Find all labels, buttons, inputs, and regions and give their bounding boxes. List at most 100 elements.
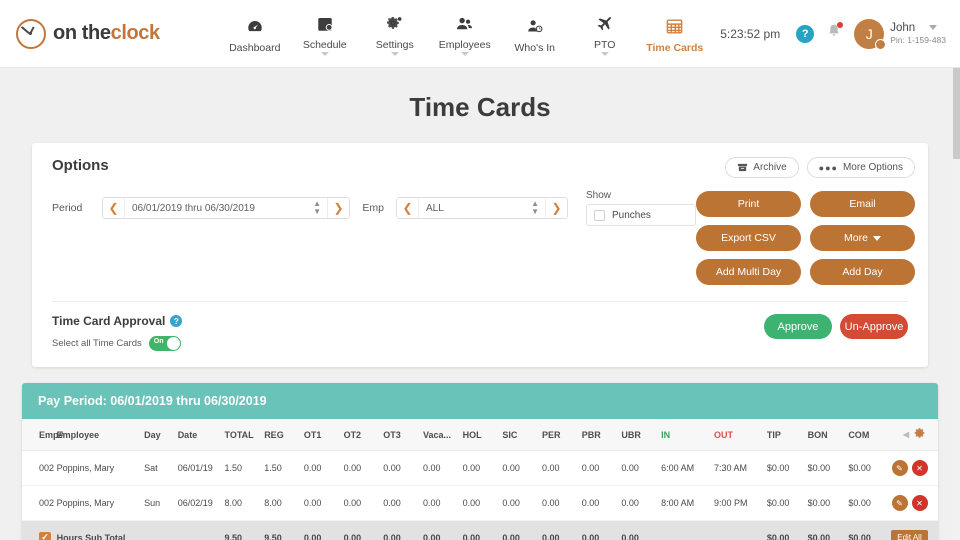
th-vaca[interactable]: Vaca... — [422, 419, 463, 451]
cell-ot2: 0.00 — [343, 450, 384, 486]
th-pbr[interactable]: PBR — [581, 419, 622, 451]
th-ot1[interactable]: OT1 — [303, 419, 344, 451]
subtotal-vaca: 0.00 — [422, 520, 463, 540]
page-scrollbar[interactable] — [953, 0, 960, 540]
th-ubr[interactable]: UBR — [621, 419, 662, 451]
table-row[interactable]: 002 Poppins, Mary Sat 06/01/19 1.50 1.50… — [22, 450, 938, 486]
add-day-button[interactable]: Add Day — [810, 259, 915, 285]
cell-hol: 0.00 — [462, 485, 503, 521]
add-multi-day-button[interactable]: Add Multi Day — [696, 259, 801, 285]
th-day[interactable]: Day — [144, 419, 178, 451]
delete-row-button[interactable]: ✕ — [911, 460, 928, 476]
period-prev-button[interactable]: ❮ — [103, 198, 125, 218]
nav-item-employees[interactable]: Employees — [430, 11, 500, 56]
cell-employee: Poppins, Mary — [56, 450, 145, 486]
th-bon[interactable]: BON — [807, 419, 849, 451]
cell-out[interactable]: 7:30 AM — [713, 450, 767, 486]
period-next-button[interactable]: ❯ — [327, 198, 349, 218]
options-pills: Archive ●●● More Options — [725, 157, 915, 178]
delete-row-button[interactable]: ✕ — [911, 495, 928, 511]
approve-button[interactable]: Approve — [764, 314, 832, 339]
toggle-state-label: On — [153, 338, 164, 345]
nav-item-whos-in[interactable]: Who's In — [500, 14, 570, 54]
nav-label-time-cards: Time Cards — [646, 41, 704, 54]
cell-per: 0.00 — [542, 485, 582, 521]
th-emp[interactable]: Emp# — [22, 419, 64, 451]
table-row[interactable]: 002 Poppins, Mary Sun 06/02/19 8.00 8.00… — [22, 485, 938, 521]
print-button[interactable]: Print — [696, 191, 801, 217]
th-ot3[interactable]: OT3 — [383, 419, 423, 451]
edit-row-button[interactable]: ✎ — [891, 460, 908, 476]
more-options-label: More Options — [842, 162, 903, 173]
nav-item-time-cards[interactable]: Time Cards — [640, 14, 710, 54]
employee-selector[interactable]: ❮ ALL ▲ ▼ ❯ — [396, 197, 568, 219]
help-icon[interactable]: ? — [796, 24, 815, 43]
cell-hol: 0.00 — [462, 450, 503, 486]
punches-checkbox[interactable] — [594, 209, 605, 221]
more-options-button[interactable]: ●●● More Options — [806, 157, 915, 178]
unapprove-button[interactable]: Un-Approve — [840, 314, 908, 339]
nav-item-pto[interactable]: PTO — [570, 11, 640, 56]
nav-item-schedule[interactable]: Schedule — [290, 11, 360, 56]
th-employee[interactable]: Employee — [56, 419, 145, 451]
period-selector[interactable]: ❮ 06/01/2019 thru 06/30/2019 ▲ ▼ ❯ — [102, 197, 350, 219]
user-menu[interactable]: J John Pin: 1-159-483 — [854, 18, 946, 50]
cell-in[interactable]: 8:00 AM — [661, 485, 714, 521]
chevron-left-icon[interactable]: ◀ — [903, 430, 909, 439]
th-out[interactable]: OUT — [713, 419, 767, 451]
subtotal-sic: 0.00 — [502, 520, 542, 540]
select-all-toggle[interactable]: On — [148, 336, 181, 351]
cell-out[interactable]: 9:00 PM — [713, 485, 767, 521]
th-com[interactable]: COM — [848, 419, 890, 451]
chevron-down-icon-more — [872, 235, 881, 241]
options-filters: Period ❮ 06/01/2019 thru 06/30/2019 ▲ ▼ ❯… — [52, 190, 696, 226]
emp-select[interactable]: ALL ▲ ▼ — [419, 198, 545, 218]
cell-in[interactable]: 6:00 AM — [661, 450, 714, 486]
th-date[interactable]: Date — [177, 419, 225, 451]
th-per[interactable]: PER — [542, 419, 582, 451]
header-right: 5:23:52 pm ? J John Pin: 1-159-483 — [720, 18, 946, 50]
cell-com: $0.00 — [848, 485, 890, 521]
timecard-table-body: 002 Poppins, Mary Sat 06/01/19 1.50 1.50… — [22, 450, 938, 540]
th-tip[interactable]: TIP — [766, 419, 808, 451]
punches-label: Punches — [612, 209, 651, 221]
th-ot2[interactable]: OT2 — [343, 419, 384, 451]
nav-item-settings[interactable]: Settings — [360, 11, 430, 56]
th-total[interactable]: TOTAL — [224, 419, 265, 451]
help-icon-approval[interactable]: ? — [170, 315, 183, 327]
subtotal-checkbox[interactable]: ✓ — [39, 531, 51, 540]
options-left: Options Period ❮ 06/01/2019 thru 06/30/2… — [52, 157, 696, 285]
subtotal-bon: $0.00 — [807, 520, 849, 540]
nav-item-dashboard[interactable]: Dashboard — [220, 14, 290, 54]
email-button[interactable]: Email — [810, 191, 915, 217]
edit-row-button[interactable]: ✎ — [891, 495, 908, 511]
period-select[interactable]: 06/01/2019 thru 06/30/2019 ▲ ▼ — [125, 198, 327, 218]
chevron-down-icon-user[interactable] — [929, 25, 938, 31]
archive-button[interactable]: Archive — [725, 157, 799, 178]
emp-value: ALL — [426, 202, 444, 214]
emp-next-button[interactable]: ❯ — [545, 198, 567, 218]
subtotal-reg: 9.50 — [264, 520, 304, 540]
approval-buttons: Approve Un-Approve — [764, 314, 908, 339]
emp-prev-button[interactable]: ❮ — [397, 198, 419, 218]
punches-checkbox-row[interactable]: Punches — [586, 204, 696, 226]
logo[interactable]: on theclock — [16, 18, 160, 49]
subtotal-checkbox-cell: ✓ — [22, 520, 57, 540]
more-button[interactable]: More — [810, 225, 915, 251]
cell-date: 06/02/19 — [177, 485, 225, 521]
th-settings: ◀ — [889, 419, 938, 451]
th-hol[interactable]: HOL — [462, 419, 503, 451]
cell-actions: ✎ ✕ — [889, 450, 938, 486]
nav-label-employees: Employees — [438, 39, 491, 51]
period-label: Period — [52, 202, 83, 214]
th-in[interactable]: IN — [661, 419, 714, 451]
nav-label-schedule: Schedule — [302, 39, 347, 51]
bell-icon[interactable] — [826, 22, 844, 44]
table-header-row: Emp# Employee Day Date TOTAL REG OT1 OT2… — [22, 419, 938, 451]
th-sic[interactable]: SIC — [502, 419, 542, 451]
gear-icon[interactable] — [913, 427, 926, 442]
th-reg[interactable]: REG — [264, 419, 304, 451]
approval-title: Time Card Approval — [52, 314, 166, 328]
edit-all-button[interactable]: Edit All — [891, 530, 928, 540]
export-csv-button[interactable]: Export CSV — [696, 225, 801, 251]
